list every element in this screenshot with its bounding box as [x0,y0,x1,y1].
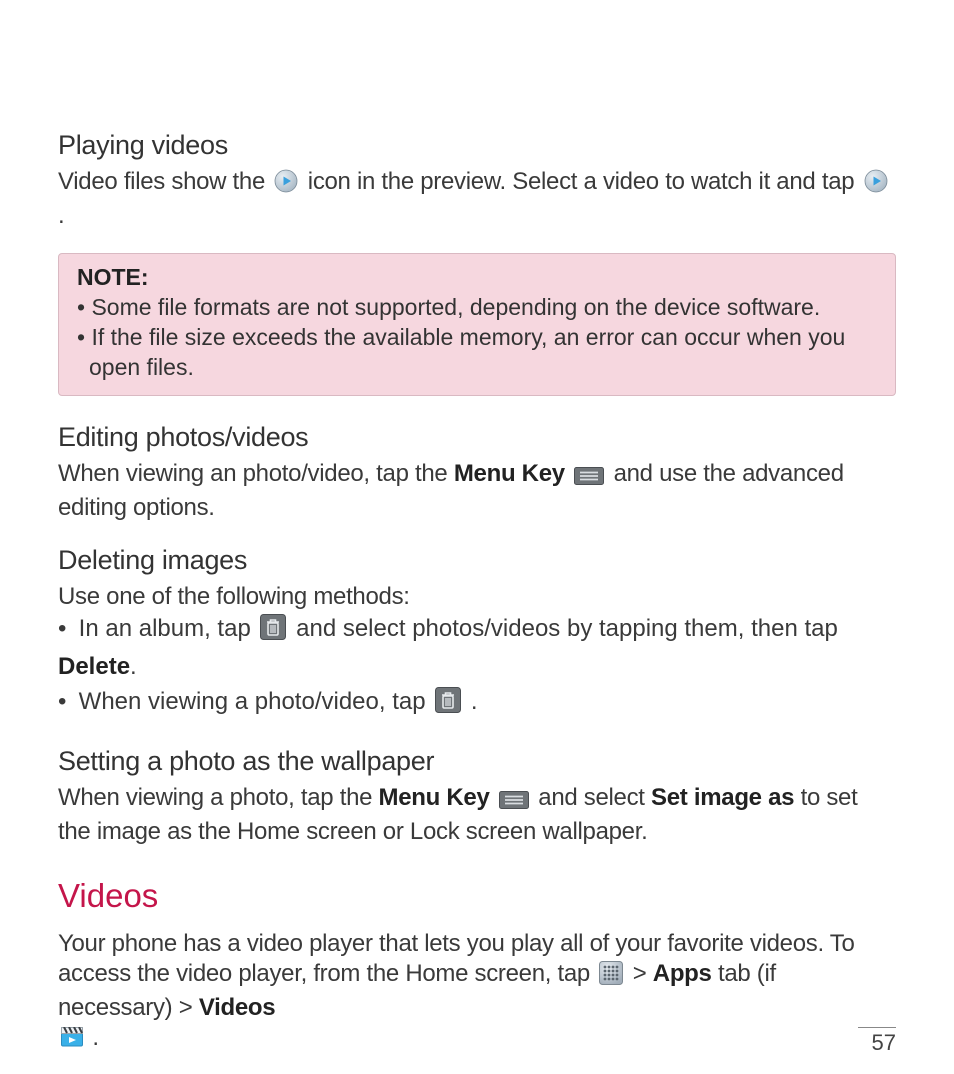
menu-key-label: Menu Key [379,784,490,811]
page-number: 57 [858,1030,896,1056]
bullet-item: • In an album, tap and select photos/vid… [58,612,896,686]
text: When viewing a photo/video, tap [79,688,433,715]
heading-deleting: Deleting images [58,545,896,576]
text: icon in the preview. Select a video to w… [308,168,861,195]
text: and select photos/videos by tapping them… [296,615,838,642]
play-circle-icon [274,169,298,201]
apps-grid-icon [599,961,623,993]
menu-key-icon [574,463,604,493]
menu-key-icon [499,787,529,817]
paragraph-videos: Your phone has a video player that lets … [58,929,896,1055]
note-item: If the file size exceeds the available m… [77,323,877,383]
menu-key-label: Menu Key [454,460,565,487]
section-wallpaper: Setting a photo as the wallpaper When vi… [58,746,896,847]
note-item: Some file formats are not supported, dep… [77,293,877,323]
heading-playing-videos: Playing videos [58,130,896,161]
text: . [58,202,64,229]
text: > [633,960,653,987]
section-editing: Editing photos/videos When viewing an ph… [58,422,896,523]
paragraph-wallpaper: When viewing a photo, tap the Menu Key a… [58,783,896,847]
manual-page: Playing videos Video files show the icon… [0,0,954,1074]
page-number-rule [858,1027,896,1028]
paragraph-deleting-intro: Use one of the following methods: [58,582,896,612]
delete-label: Delete [58,653,130,680]
bullet-dot: • [58,612,72,647]
trash-icon [435,687,461,724]
apps-label: Apps [653,960,712,987]
page-number-box: 57 [858,1027,896,1056]
video-clapper-icon [61,1025,83,1055]
heading-editing: Editing photos/videos [58,422,896,453]
paragraph-editing: When viewing an photo/video, tap the Men… [58,459,896,523]
bullet-item: • When viewing a photo/video, tap . [58,685,896,724]
heading-wallpaper: Setting a photo as the wallpaper [58,746,896,777]
text: When viewing a photo, tap the [58,784,379,811]
bullet-dot: • [58,685,72,720]
note-label: NOTE: [77,264,877,291]
text: . [471,688,478,715]
text: and select [538,784,651,811]
play-circle-icon [864,169,888,201]
text: . [130,653,137,680]
note-list: Some file formats are not supported, dep… [77,293,877,383]
section-deleting: Deleting images Use one of the following… [58,545,896,724]
text: In an album, tap [79,615,258,642]
paragraph-playing-videos: Video files show the icon in the preview… [58,167,896,231]
heading-videos: Videos [58,877,896,915]
set-image-as-label: Set image as [651,784,794,811]
text: Video files show the [58,168,271,195]
note-box: NOTE: Some file formats are not supporte… [58,253,896,396]
text: When viewing an photo/video, tap the [58,460,454,487]
trash-icon [260,614,286,651]
text: . [92,1024,98,1051]
section-playing-videos: Playing videos Video files show the icon… [58,130,896,231]
videos-app-label: Videos [199,994,275,1021]
